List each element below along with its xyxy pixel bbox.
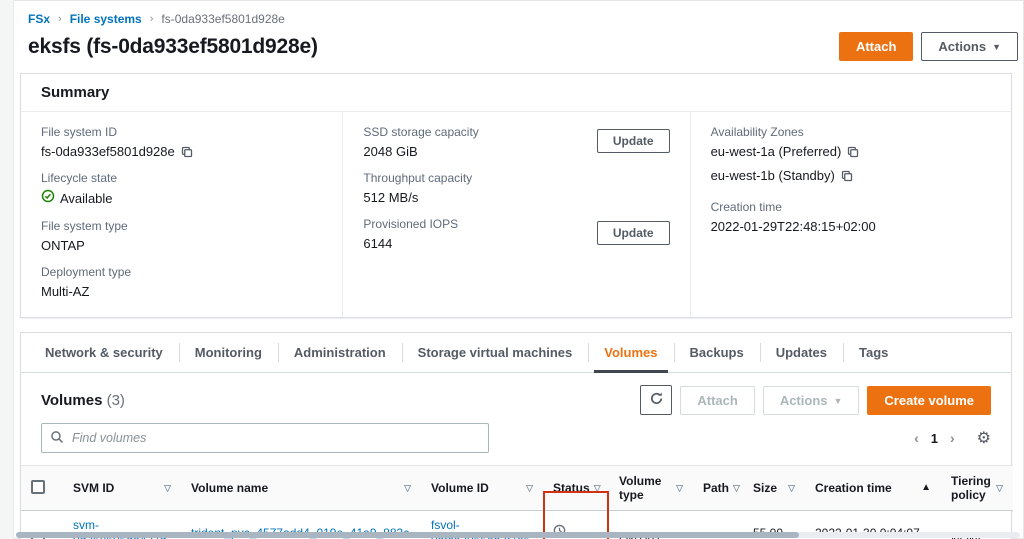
az-preferred-value: eu-west-1a (Preferred) — [710, 144, 842, 159]
available-status-icon — [41, 189, 55, 207]
breadcrumb-file-systems[interactable]: File systems — [70, 12, 142, 26]
copy-icon[interactable] — [841, 170, 853, 182]
chevron-down-icon: ▼ — [833, 395, 843, 406]
tab-tags[interactable]: Tags — [843, 333, 904, 372]
preferences-gear-icon[interactable]: ⚙ — [977, 428, 991, 448]
volumes-actions-label: Actions — [779, 392, 828, 408]
refresh-icon — [649, 391, 664, 409]
sort-icon: ▽ — [733, 483, 740, 493]
column-volume-name[interactable]: Volume name ▽ — [181, 465, 421, 511]
deployment-type-label: Deployment type — [41, 265, 132, 279]
volumes-attach-button[interactable]: Attach — [680, 385, 755, 415]
creation-time-label: Creation time — [710, 200, 782, 214]
breadcrumb-fsx[interactable]: FSx — [28, 12, 50, 26]
ssd-storage-label: SSD storage capacity — [363, 125, 479, 139]
create-volume-button[interactable]: Create volume — [867, 385, 991, 415]
update-storage-button[interactable]: Update — [596, 129, 670, 153]
actions-dropdown-button[interactable]: Actions ▼ — [921, 32, 1018, 61]
column-path[interactable]: Path ▽ — [693, 465, 743, 511]
next-page-icon[interactable]: › — [950, 430, 955, 446]
creation-time-value: 2022-01-29T22:48:15+02:00 — [710, 219, 876, 234]
file-system-type-value: ONTAP — [41, 238, 85, 253]
breadcrumb: FSx › File systems › fs-0da933ef5801d928… — [0, 0, 1024, 26]
update-iops-button[interactable]: Update — [596, 221, 670, 245]
column-status[interactable]: Status ▽ — [543, 465, 609, 511]
previous-page-icon[interactable]: ‹ — [914, 430, 919, 446]
volumes-count: (3) — [106, 391, 125, 409]
deployment-type-value: Multi-AZ — [41, 284, 90, 299]
column-volume-type[interactable]: Volume type ▽ — [609, 465, 693, 511]
file-system-id-label: File system ID — [41, 125, 118, 139]
iops-label: Provisioned IOPS — [363, 217, 459, 231]
sort-icon: ▽ — [593, 483, 601, 493]
volumes-title-text: Volumes — [41, 391, 103, 409]
sort-icon: ▽ — [526, 483, 533, 493]
volumes-title: Volumes (3) — [41, 392, 125, 409]
sort-icon: ▽ — [676, 483, 683, 493]
iops-value: 6144 — [363, 236, 393, 251]
file-system-id-value: fs-0da933ef5801d928e — [41, 144, 175, 159]
file-system-type-label: File system type — [41, 219, 128, 233]
select-all-checkbox[interactable] — [21, 465, 63, 511]
breadcrumb-current: fs-0da933ef5801d928e — [161, 12, 285, 26]
search-icon — [50, 430, 64, 449]
sort-icon: ▽ — [788, 483, 795, 493]
tab-bar: Network & security Monitoring Administra… — [21, 333, 1011, 373]
chevron-down-icon: ▼ — [992, 42, 1001, 52]
copy-icon[interactable] — [181, 146, 193, 158]
column-volume-id[interactable]: Volume ID ▽ — [421, 465, 543, 511]
page-gutter — [0, 0, 14, 539]
ssd-storage-value: 2048 GiB — [363, 144, 418, 159]
table-header-row: SVM ID ▽ Volume name ▽ Volume ID ▽ Status ▽ … — [21, 465, 1013, 511]
availability-zones-label: Availability Zones — [710, 125, 804, 139]
breadcrumb-chevron-icon: › — [58, 13, 62, 25]
lifecycle-state-label: Lifecycle state — [41, 171, 118, 185]
tabs-panel: Network & security Monitoring Administra… — [20, 332, 1013, 539]
breadcrumb-chevron-icon: › — [149, 13, 154, 25]
horizontal-scrollbar-thumb[interactable] — [16, 532, 800, 538]
column-svm-id[interactable]: SVM ID ▽ — [63, 465, 181, 511]
tab-volumes[interactable]: Volumes — [588, 333, 673, 373]
sort-icon: ▽ — [404, 483, 411, 493]
actions-label: Actions — [938, 39, 987, 54]
volumes-actions-dropdown-button[interactable]: Actions ▼ — [762, 385, 860, 415]
lifecycle-state-value: Available — [60, 190, 113, 206]
copy-icon[interactable] — [847, 146, 859, 158]
column-tiering-policy[interactable]: Tiering policy ▽ — [941, 465, 1013, 511]
summary-card: Summary File system ID fs-0da933ef5801d9… — [20, 73, 1012, 318]
sort-icon: ▽ — [164, 483, 171, 493]
attach-button[interactable]: Attach — [838, 32, 914, 61]
tab-monitoring[interactable]: Monitoring — [178, 333, 278, 372]
tab-administration[interactable]: Administration — [277, 333, 402, 372]
column-creation-time[interactable]: Creation time ▲ — [805, 465, 941, 511]
horizontal-scrollbar-track[interactable] — [16, 532, 1020, 538]
summary-title: Summary — [21, 74, 1011, 112]
tab-backups[interactable]: Backups — [673, 333, 760, 372]
sort-icon: ▽ — [996, 483, 1003, 493]
az-standby-value: eu-west-1b (Standby) — [710, 168, 835, 183]
sort-ascending-icon: ▲ — [921, 482, 931, 493]
tab-network-security[interactable]: Network & security — [29, 333, 179, 372]
page-title: eksfs (fs-0da933ef5801d928e) — [28, 34, 318, 58]
throughput-label: Throughput capacity — [363, 171, 473, 185]
tab-updates[interactable]: Updates — [759, 333, 843, 372]
page-number[interactable]: 1 — [931, 431, 938, 446]
volumes-table: SVM ID ▽ Volume name ▽ Volume ID ▽ Status ▽ … — [21, 465, 1013, 539]
find-volumes-input[interactable] — [41, 423, 489, 453]
tab-storage-virtual-machines[interactable]: Storage virtual machines — [401, 333, 589, 372]
column-size[interactable]: Size ▽ — [743, 465, 805, 511]
throughput-value: 512 MB/s — [363, 190, 419, 205]
refresh-button[interactable] — [640, 385, 673, 415]
